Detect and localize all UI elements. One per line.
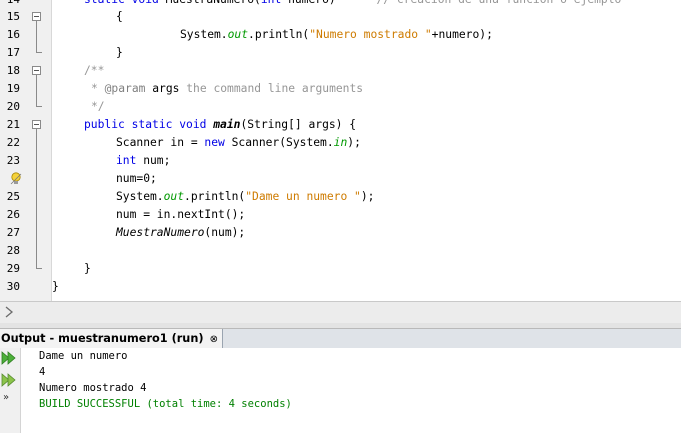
line-number: 19: [6, 82, 20, 95]
line-number: 26: [6, 208, 20, 221]
fold-guide-end: [36, 268, 42, 269]
rerun-icon[interactable]: [1, 350, 17, 366]
line-number: 28: [6, 244, 20, 257]
code-line[interactable]: 19 * @param args the command line argume…: [0, 80, 681, 98]
line-number: 22: [6, 136, 20, 149]
fold-guide: [36, 75, 37, 107]
fold-collapse-icon[interactable]: [32, 12, 41, 21]
code-text: }: [52, 280, 59, 293]
more-actions-icon[interactable]: »: [3, 392, 9, 403]
output-tab[interactable]: Output - muestranumero1 (run) ⊗: [0, 329, 223, 348]
code-line[interactable]: 17 }: [0, 44, 681, 62]
code-text: * @param args the command line arguments: [91, 82, 364, 95]
navigation-breadcrumb-bar[interactable]: [0, 301, 681, 324]
output-tab-title: Output - muestranumero1 (run): [1, 332, 204, 345]
code-line[interactable]: num=0;: [0, 170, 681, 188]
code-line[interactable]: 29 }: [0, 260, 681, 278]
rerun-different-params-icon[interactable]: [1, 372, 17, 388]
code-line[interactable]: 28: [0, 242, 681, 260]
line-number: 16: [6, 28, 20, 41]
breadcrumb-chevron-icon[interactable]: [4, 306, 14, 318]
code-line[interactable]: 26 num = in.nextInt();: [0, 206, 681, 224]
code-text: }: [116, 46, 123, 59]
code-text: int num;: [116, 154, 171, 167]
fold-guide: [36, 129, 37, 269]
output-tab-bar: Output - muestranumero1 (run) ⊗: [0, 328, 681, 349]
output-line: 4: [39, 366, 46, 378]
line-number: 25: [6, 190, 20, 203]
fold-collapse-icon[interactable]: [32, 120, 41, 129]
output-line: Dame un numero: [39, 350, 128, 362]
code-line[interactable]: 18 /**: [0, 62, 681, 80]
code-line[interactable]: 23 int num;: [0, 152, 681, 170]
code-line[interactable]: 25 System.out.println("Dame un numero ")…: [0, 188, 681, 206]
lightbulb-hint-icon[interactable]: [10, 172, 22, 185]
line-number: 27: [6, 226, 20, 239]
line-number: 29: [6, 262, 20, 275]
close-tab-icon[interactable]: ⊗: [210, 334, 218, 345]
output-console[interactable]: Dame un numero 4 Numero mostrado 4 BUILD…: [21, 348, 681, 433]
line-number: 20: [6, 100, 20, 113]
code-line[interactable]: 22 Scanner in = new Scanner(System.in);: [0, 134, 681, 152]
code-line[interactable]: 15 {: [0, 8, 681, 26]
code-text: MuestraNumero(num);: [116, 226, 246, 239]
line-number: 30: [6, 280, 20, 293]
fold-collapse-icon[interactable]: [32, 66, 41, 75]
output-line: Numero mostrado 4: [39, 382, 147, 394]
code-text: System.out.println("Dame un numero ");: [116, 190, 375, 203]
line-number: 21: [6, 118, 20, 131]
line-number: 17: [6, 46, 20, 59]
code-line[interactable]: 16 System.out.println("Numero mostrado "…: [0, 26, 681, 44]
fold-guide-end: [36, 52, 42, 53]
code-line[interactable]: 30 }: [0, 278, 681, 296]
code-text: }: [84, 262, 91, 275]
build-status-line: BUILD SUCCESSFUL (total time: 4 seconds): [39, 398, 292, 410]
code-line[interactable]: 27 MuestraNumero(num);: [0, 224, 681, 242]
code-text: /**: [84, 64, 105, 77]
code-text: System.out.println("Numero mostrado "+nu…: [180, 28, 493, 41]
code-text: {: [116, 10, 123, 23]
code-text: num = in.nextInt();: [116, 208, 246, 221]
code-text: Scanner in = new Scanner(System.in);: [116, 136, 361, 149]
code-text: public static void main(String[] args) {: [84, 118, 357, 131]
code-text: */: [91, 100, 105, 113]
code-editor[interactable]: 14 static void MuestraNumero(int numero)…: [0, 0, 681, 301]
line-number: 18: [6, 64, 20, 77]
code-line[interactable]: 20 */: [0, 98, 681, 116]
output-toolbar: »: [0, 348, 21, 433]
line-number: 15: [6, 10, 20, 23]
line-number: 23: [6, 154, 20, 167]
code-line[interactable]: 21 public static void main(String[] args…: [0, 116, 681, 134]
fold-guide-end: [36, 106, 42, 107]
code-text: num=0;: [116, 172, 157, 185]
fold-guide: [36, 21, 37, 53]
